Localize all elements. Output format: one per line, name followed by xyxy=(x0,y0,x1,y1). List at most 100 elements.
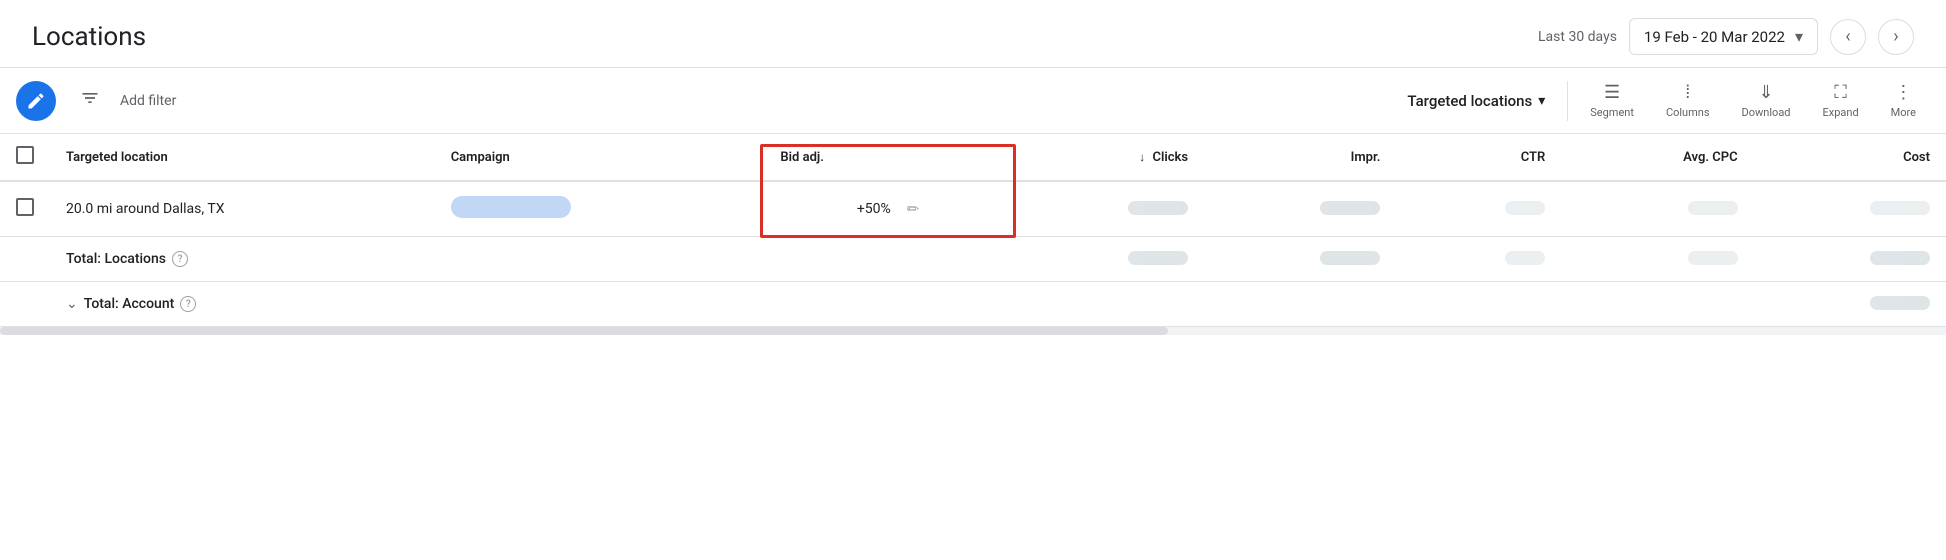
total-locations-label-cell: Total: Locations ? xyxy=(50,237,435,282)
header-right: Last 30 days 19 Feb - 20 Mar 2022 ▾ ‹ › xyxy=(1538,18,1914,55)
campaign-pill xyxy=(451,196,571,218)
toolbar: Add filter Targeted locations ▾ ☰ Segmen… xyxy=(0,68,1946,134)
th-targeted-location: Targeted location xyxy=(50,134,435,181)
horizontal-scrollbar[interactable] xyxy=(0,327,1946,335)
impr-blurred xyxy=(1320,201,1380,215)
total-account-cost xyxy=(1754,282,1946,327)
edit-button[interactable] xyxy=(16,81,56,121)
expand-button[interactable]: ⛶ Expand xyxy=(1809,76,1873,125)
date-range-picker[interactable]: 19 Feb - 20 Mar 2022 ▾ xyxy=(1629,18,1818,55)
row-checkbox[interactable] xyxy=(16,198,34,216)
bid-edit-pencil-icon[interactable]: ✏ xyxy=(907,200,920,218)
sort-arrow-icon: ↓ xyxy=(1139,150,1145,164)
row-checkbox-cell xyxy=(0,181,50,237)
page-title: Locations xyxy=(32,22,146,52)
cell-targeted-location: 20.0 mi around Dallas, TX xyxy=(50,181,435,237)
dropdown-chevron-icon: ▾ xyxy=(1538,93,1545,109)
total-locations-label: Total: Locations xyxy=(66,251,166,267)
th-campaign: Campaign xyxy=(435,134,765,181)
total-locations-clicks xyxy=(1012,237,1204,282)
pencil-icon xyxy=(26,91,46,111)
targeted-locations-dropdown[interactable]: Targeted locations ▾ xyxy=(1393,84,1559,118)
columns-label: Columns xyxy=(1666,106,1710,119)
total-account-label-cell: ⌄ Total: Account ? xyxy=(50,282,435,327)
columns-button[interactable]: ⁞ Columns xyxy=(1652,76,1724,125)
th-avg-cpc: Avg. CPC xyxy=(1561,134,1753,181)
total-account-ctr xyxy=(1396,282,1561,327)
total-account-bid-adj xyxy=(764,282,1011,327)
avg-cpc-blurred xyxy=(1688,201,1738,215)
cell-avg-cpc xyxy=(1561,181,1753,237)
th-ctr: CTR xyxy=(1396,134,1561,181)
total-locations-ctr xyxy=(1396,237,1561,282)
download-icon: ⇓ xyxy=(1758,82,1773,103)
th-impr: Impr. xyxy=(1204,134,1396,181)
segment-label: Segment xyxy=(1590,106,1634,119)
cell-campaign xyxy=(435,181,765,237)
date-range-label: Last 30 days xyxy=(1538,29,1617,45)
total-locations-cost xyxy=(1754,237,1946,282)
total-account-info-icon[interactable]: ? xyxy=(180,296,196,312)
expand-account-button[interactable]: ⌄ Total: Account xyxy=(66,296,174,312)
download-button[interactable]: ⇓ Download xyxy=(1728,76,1805,125)
cell-ctr xyxy=(1396,181,1561,237)
th-clicks: ↓ Clicks xyxy=(1012,134,1204,181)
expand-icon: ⛶ xyxy=(1834,82,1847,103)
page-header: Locations Last 30 days 19 Feb - 20 Mar 2… xyxy=(0,0,1946,68)
clicks-blurred xyxy=(1128,201,1188,215)
th-bid-adj: Bid adj. xyxy=(764,134,1011,181)
prev-date-button[interactable]: ‹ xyxy=(1830,19,1866,55)
total-locations-checkbox-cell xyxy=(0,237,50,282)
data-table: Targeted location Campaign Bid adj. ↓ Cl… xyxy=(0,134,1946,327)
segment-icon: ☰ xyxy=(1604,82,1620,103)
total-account-impr xyxy=(1204,282,1396,327)
chevron-down-account-icon: ⌄ xyxy=(66,296,78,312)
add-filter-button[interactable]: Add filter xyxy=(108,85,188,117)
th-checkbox xyxy=(0,134,50,181)
filter-icon[interactable] xyxy=(72,80,108,121)
total-account-cost-blurred xyxy=(1870,296,1930,310)
total-account-label: Total: Account xyxy=(84,296,175,312)
data-table-container: Targeted location Campaign Bid adj. ↓ Cl… xyxy=(0,134,1946,327)
total-account-clicks xyxy=(1012,282,1204,327)
page: Locations Last 30 days 19 Feb - 20 Mar 2… xyxy=(0,0,1946,560)
ctr-blurred xyxy=(1505,201,1545,215)
total-locations-info-icon[interactable]: ? xyxy=(172,251,188,267)
total-locations-impr xyxy=(1204,237,1396,282)
total-clicks-blurred xyxy=(1128,251,1188,265)
bid-adj-value: +50% xyxy=(857,201,891,217)
total-locations-row: Total: Locations ? xyxy=(0,237,1946,282)
total-locations-campaign xyxy=(435,237,765,282)
total-cost-blurred xyxy=(1870,251,1930,265)
total-impr-blurred xyxy=(1320,251,1380,265)
more-button[interactable]: ⋮ More xyxy=(1877,76,1930,125)
cell-bid-adj: +50% ✏ xyxy=(764,181,1011,237)
table-header-row: Targeted location Campaign Bid adj. ↓ Cl… xyxy=(0,134,1946,181)
columns-icon: ⁞ xyxy=(1685,82,1690,103)
total-account-campaign xyxy=(435,282,765,327)
total-account-row: ⌄ Total: Account ? xyxy=(0,282,1946,327)
cell-impr xyxy=(1204,181,1396,237)
total-ctr-blurred xyxy=(1505,251,1545,265)
toolbar-actions: ☰ Segment ⁞ Columns ⇓ Download ⛶ Expand … xyxy=(1576,76,1930,125)
next-date-button[interactable]: › xyxy=(1878,19,1914,55)
th-cost: Cost xyxy=(1754,134,1946,181)
date-range-value: 19 Feb - 20 Mar 2022 xyxy=(1644,28,1785,46)
cell-cost xyxy=(1754,181,1946,237)
scrollbar-thumb[interactable] xyxy=(0,327,1168,335)
total-avg-cpc-blurred xyxy=(1688,251,1738,265)
cost-blurred xyxy=(1870,201,1930,215)
cell-clicks xyxy=(1012,181,1204,237)
total-account-checkbox-cell xyxy=(0,282,50,327)
segment-button[interactable]: ☰ Segment xyxy=(1576,76,1648,125)
select-all-checkbox[interactable] xyxy=(16,146,34,164)
download-label: Download xyxy=(1742,106,1791,119)
table-row: 20.0 mi around Dallas, TX +50% ✏ xyxy=(0,181,1946,237)
total-locations-avg-cpc xyxy=(1561,237,1753,282)
expand-label: Expand xyxy=(1823,106,1859,119)
chevron-down-icon: ▾ xyxy=(1795,27,1803,46)
more-label: More xyxy=(1891,106,1916,119)
toolbar-divider xyxy=(1567,81,1568,121)
targeted-locations-label: Targeted locations xyxy=(1407,92,1532,110)
more-icon: ⋮ xyxy=(1894,82,1912,103)
